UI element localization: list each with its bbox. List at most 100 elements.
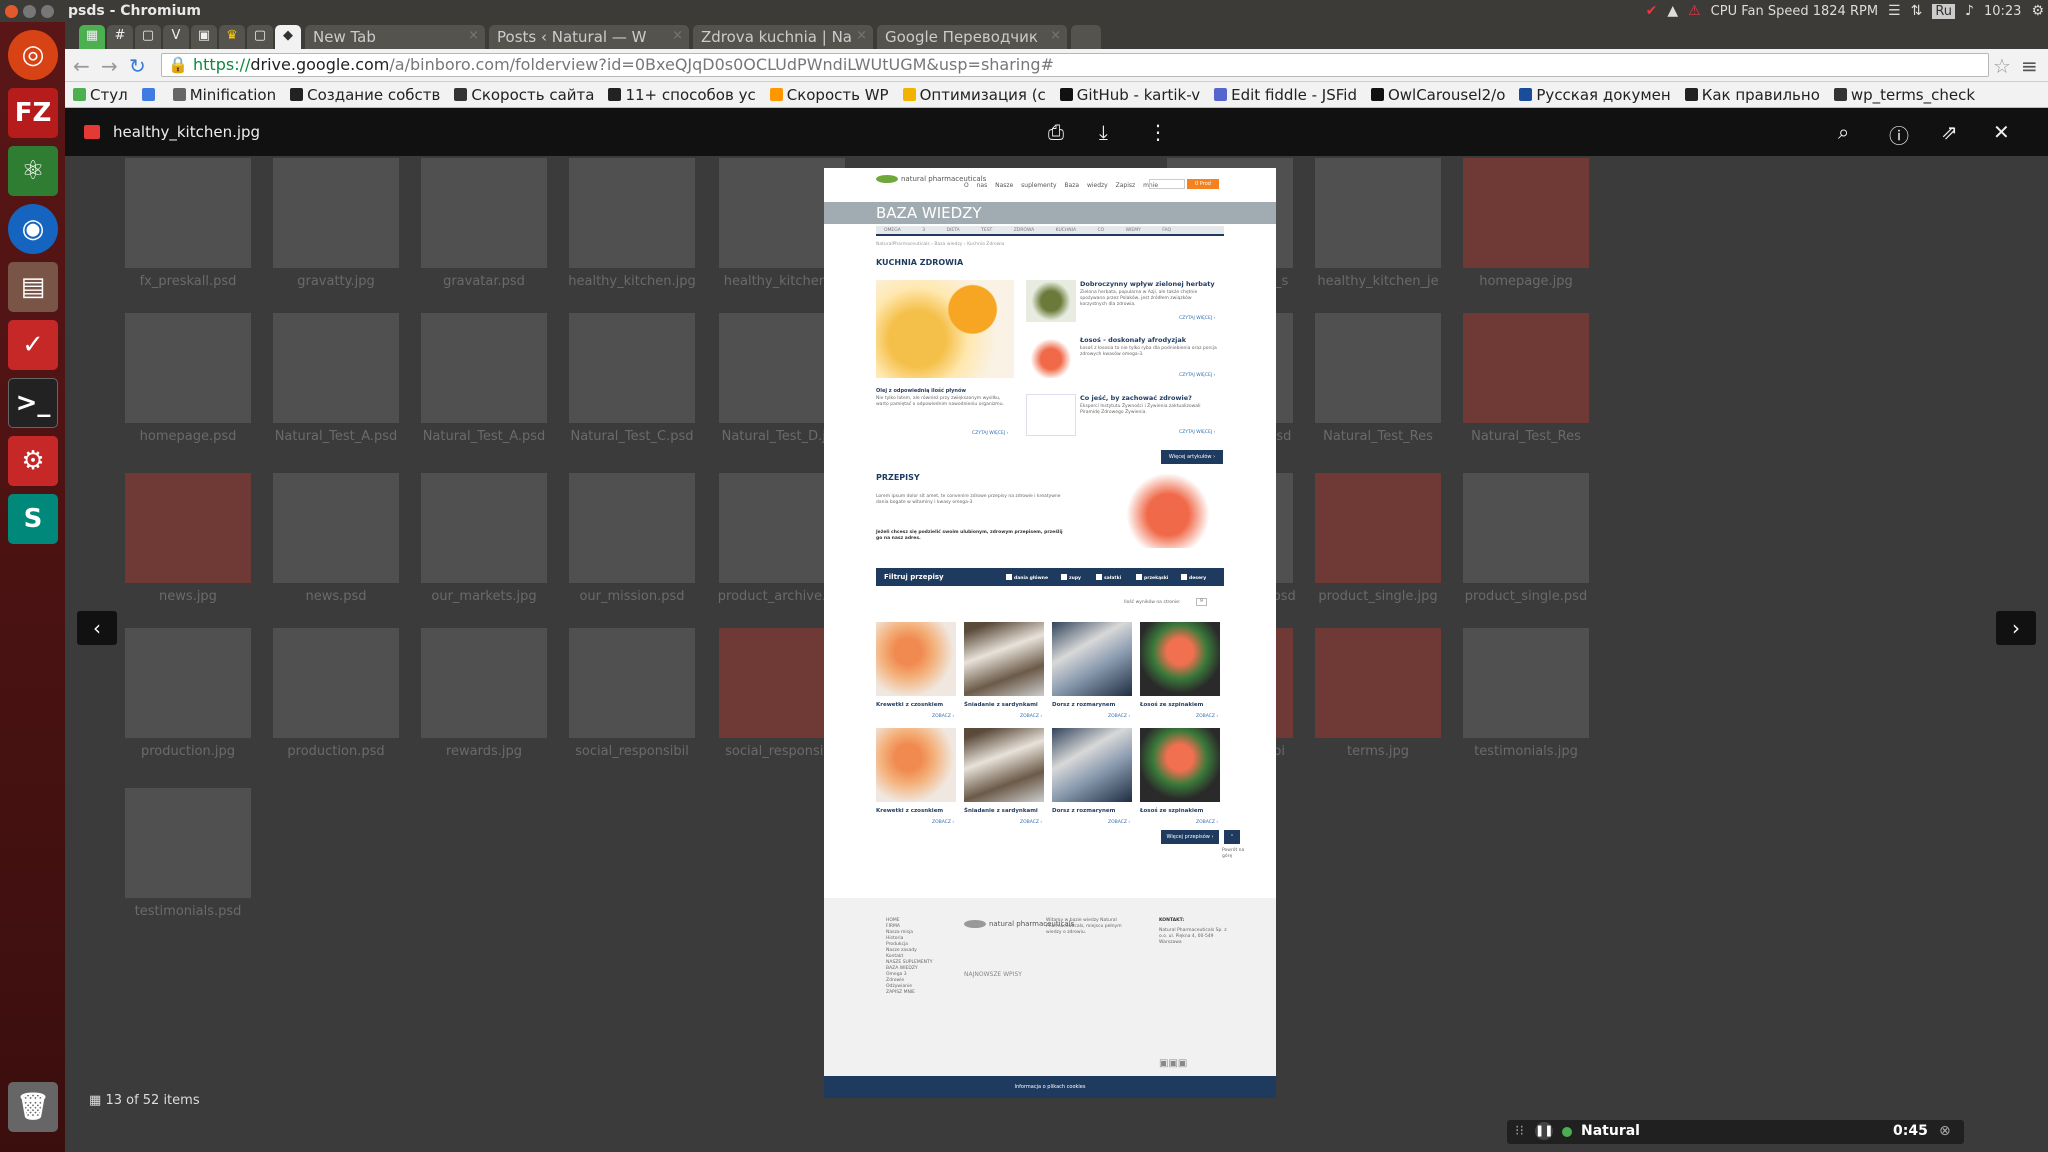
bookmark-item[interactable]: OwlCarousel2/o bbox=[1370, 86, 1505, 104]
close-icon[interactable]: ✕ bbox=[1993, 120, 2010, 144]
drag-handle-icon[interactable]: ⁝⁝ bbox=[1515, 1123, 1524, 1139]
pinned-tab[interactable]: ▢ bbox=[135, 25, 161, 49]
info-icon[interactable]: ⓘ bbox=[1889, 120, 1909, 149]
file-thumbnail[interactable] bbox=[125, 313, 251, 423]
pinned-tab[interactable]: # bbox=[107, 25, 133, 49]
previous-button[interactable]: ‹ bbox=[77, 611, 117, 645]
print-icon[interactable]: ⎙ bbox=[1048, 120, 1064, 144]
star-icon[interactable]: ☆ bbox=[1993, 54, 2011, 78]
bookmark-item[interactable]: Русская докумен bbox=[1519, 86, 1671, 104]
file-thumbnail[interactable] bbox=[421, 628, 547, 738]
filter-checkbox: sałatki bbox=[1096, 574, 1121, 581]
terminal-icon[interactable]: >_ bbox=[8, 378, 58, 428]
file-thumbnail[interactable] bbox=[569, 628, 695, 738]
next-button[interactable]: › bbox=[1996, 611, 2036, 645]
network-icon[interactable]: ⇅ bbox=[1911, 3, 1923, 19]
file-thumbnail[interactable] bbox=[273, 313, 399, 423]
pinned-tab[interactable]: ▣ bbox=[191, 25, 217, 49]
gear-icon[interactable]: ⚙ bbox=[2031, 3, 2044, 19]
bookmark-item[interactable]: Скорость WP bbox=[769, 86, 889, 104]
close-tab-icon[interactable]: × bbox=[1050, 28, 1061, 43]
warning-icon[interactable]: ⚠ bbox=[1688, 3, 1701, 19]
clock[interactable]: 10:23 bbox=[1984, 4, 2021, 19]
check-icon[interactable]: ✔ bbox=[1646, 3, 1658, 19]
atom-icon[interactable]: ⚛ bbox=[8, 146, 58, 196]
pinned-tab[interactable]: ▦ bbox=[79, 25, 105, 49]
file-thumbnail[interactable] bbox=[1315, 158, 1441, 268]
close-tab-icon[interactable]: × bbox=[856, 28, 867, 43]
pinned-tab[interactable]: ♛ bbox=[219, 25, 245, 49]
file-thumbnail[interactable] bbox=[421, 158, 547, 268]
bookmark-item[interactable]: 11+ способов ус bbox=[608, 86, 756, 104]
file-thumbnail[interactable] bbox=[125, 158, 251, 268]
file-thumbnail[interactable] bbox=[569, 158, 695, 268]
file-thumbnail[interactable] bbox=[1315, 473, 1441, 583]
todo-icon[interactable]: ✓ bbox=[8, 320, 58, 370]
bookmark-item[interactable] bbox=[141, 86, 159, 104]
maximize-window-icon[interactable] bbox=[41, 4, 54, 18]
file-thumbnail[interactable] bbox=[1463, 473, 1589, 583]
file-thumbnail[interactable] bbox=[569, 473, 695, 583]
file-thumbnail[interactable] bbox=[125, 628, 251, 738]
file-thumbnail[interactable] bbox=[125, 788, 251, 898]
open-external-icon[interactable]: ⇗ bbox=[1941, 120, 1958, 144]
download-icon[interactable]: ⤓ bbox=[1099, 120, 1108, 144]
bookmark-item[interactable]: Minification bbox=[172, 86, 276, 104]
file-thumbnail[interactable] bbox=[273, 628, 399, 738]
ubuntu-icon[interactable]: ◎ bbox=[8, 30, 58, 80]
file-thumbnail[interactable] bbox=[1315, 628, 1441, 738]
clipboard-icon[interactable]: ☰ bbox=[1888, 3, 1901, 19]
bookmark-item[interactable]: GitHub - kartik-v bbox=[1059, 86, 1200, 104]
file-thumbnail[interactable] bbox=[125, 473, 251, 583]
files-icon[interactable]: ▤ bbox=[8, 262, 58, 312]
address-bar[interactable]: 🔒 https://drive.google.com/a/binboro.com… bbox=[161, 53, 1989, 77]
file-thumbnail[interactable] bbox=[1463, 313, 1589, 423]
file-thumbnail[interactable] bbox=[421, 313, 547, 423]
file-thumbnail[interactable] bbox=[273, 158, 399, 268]
bookmark-item[interactable]: Оптимизация (с bbox=[902, 86, 1046, 104]
settings-icon[interactable]: ⚙ bbox=[8, 436, 58, 486]
close-tab-icon[interactable]: × bbox=[672, 28, 683, 43]
close-player-icon[interactable]: ⊗ bbox=[1939, 1123, 1951, 1139]
forward-icon[interactable]: → bbox=[101, 54, 118, 78]
file-thumbnail[interactable] bbox=[421, 473, 547, 583]
file-thumbnail[interactable] bbox=[569, 313, 695, 423]
minimize-window-icon[interactable] bbox=[23, 4, 36, 18]
bookmark-item[interactable]: Edit fiddle - JSFid bbox=[1214, 86, 1357, 104]
filezilla-icon[interactable]: FZ bbox=[8, 88, 58, 138]
bookmark-item[interactable]: Стул bbox=[73, 86, 128, 104]
file-thumbnail[interactable] bbox=[273, 473, 399, 583]
file-thumbnail[interactable] bbox=[1315, 313, 1441, 423]
cpu-indicator[interactable]: CPU Fan Speed 1824 RPM bbox=[1711, 4, 1878, 19]
tab-translate[interactable]: Google Переводчик × bbox=[877, 25, 1067, 49]
pinned-tab[interactable]: ▢ bbox=[247, 25, 273, 49]
menu-icon[interactable]: ≡ bbox=[2021, 54, 2038, 78]
bookmark-item[interactable]: wp_terms_check bbox=[1833, 86, 1975, 104]
more-icon[interactable]: ⋮ bbox=[1148, 120, 1168, 144]
reload-icon[interactable]: ↻ bbox=[129, 54, 146, 78]
close-window-icon[interactable] bbox=[5, 4, 18, 18]
drive-icon[interactable]: ▲ bbox=[1667, 3, 1678, 19]
pause-icon[interactable]: ❚❚ bbox=[1535, 1122, 1553, 1140]
tab-new[interactable]: New Tab × bbox=[305, 25, 485, 49]
drive-tab[interactable]: ◆ bbox=[275, 25, 301, 49]
tab-zdrova[interactable]: Zdrova kuchnia | Na × bbox=[693, 25, 873, 49]
bookmark-item[interactable]: Как правильно bbox=[1684, 86, 1820, 104]
file-thumbnail[interactable] bbox=[1463, 158, 1589, 268]
bookmark-item[interactable]: Скорость сайта bbox=[454, 86, 594, 104]
file-thumbnail[interactable] bbox=[1463, 628, 1589, 738]
system-tray: ✔ ▲ ⚠ CPU Fan Speed 1824 RPM ☰ ⇅ Ru ♪ 10… bbox=[1646, 0, 2044, 22]
tab-posts[interactable]: Posts ‹ Natural — W × bbox=[489, 25, 689, 49]
close-tab-icon[interactable]: × bbox=[468, 28, 479, 43]
new-tab-button[interactable] bbox=[1071, 25, 1101, 49]
zoom-icon[interactable]: ⌕ bbox=[1838, 120, 1849, 144]
keyboard-layout[interactable]: Ru bbox=[1932, 3, 1956, 19]
volume-icon[interactable]: ♪ bbox=[1965, 3, 1974, 19]
bookmark-item[interactable]: Создание собств bbox=[290, 86, 440, 104]
slides-icon[interactable]: S bbox=[8, 494, 58, 544]
chromium-icon[interactable]: ◉ bbox=[8, 204, 58, 254]
trash-icon[interactable]: 🗑 bbox=[8, 1082, 58, 1132]
grid-icon[interactable]: ▦ bbox=[89, 1093, 101, 1108]
back-icon[interactable]: ← bbox=[73, 54, 90, 78]
pinned-tab[interactable]: V bbox=[163, 25, 189, 49]
